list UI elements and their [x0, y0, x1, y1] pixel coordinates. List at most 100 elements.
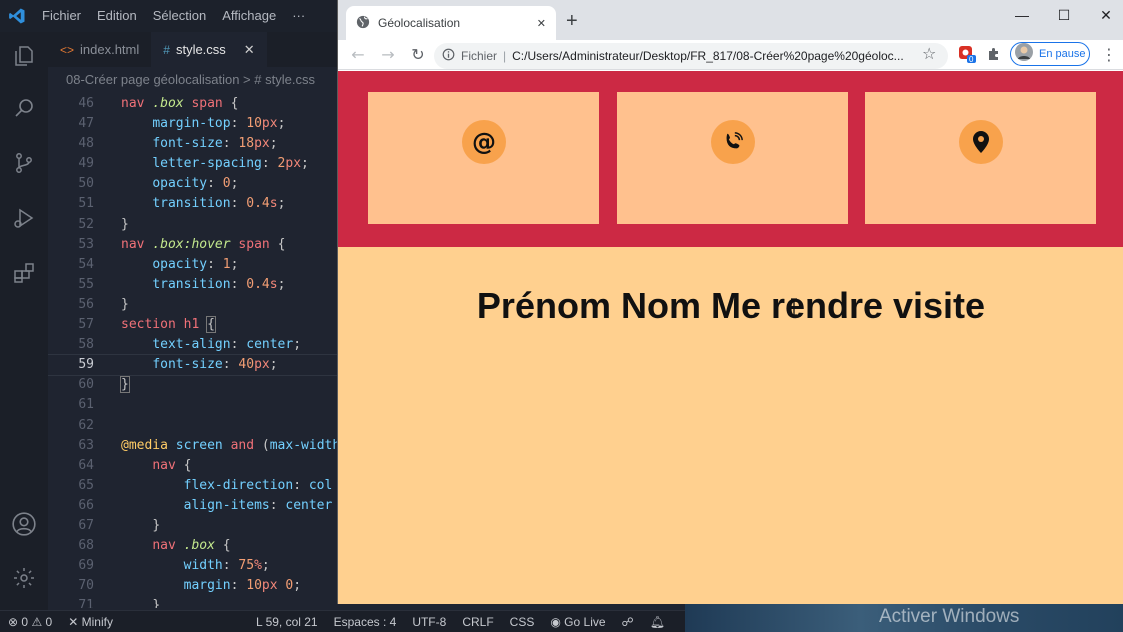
minimize-button[interactable]: — — [1002, 3, 1042, 27]
code-line[interactable]: 70 margin: 10px 0; — [48, 576, 338, 596]
close-window-button[interactable]: ✕ — [1086, 3, 1123, 27]
source-control-icon[interactable] — [8, 147, 40, 179]
tab-index-html[interactable]: <> index.html — [48, 32, 151, 67]
location-pin-icon — [959, 120, 1003, 164]
line-number: 53 — [78, 236, 94, 252]
new-tab-button[interactable]: + — [566, 10, 578, 33]
web-page: @ Prénom Nom Me rendre visite — [338, 71, 1123, 604]
code-line[interactable]: 58 text-align: center; — [48, 335, 338, 355]
error-count: 0 — [21, 614, 29, 629]
code-line[interactable]: 71 } — [48, 596, 338, 608]
avatar — [1015, 43, 1033, 65]
phone-icon — [711, 120, 755, 164]
tab-style-css[interactable]: # style.css ✕ — [151, 32, 267, 67]
line-number: 71 — [78, 598, 94, 608]
extension-badge-count: 0 — [969, 55, 974, 64]
info-icon[interactable] — [442, 48, 455, 64]
code-editor[interactable]: 46 nav .box span {47 margin-top: 10px; 48 … — [48, 94, 338, 608]
code-line[interactable]: 57 section h1 { — [48, 315, 338, 335]
at-icon: @ — [462, 120, 506, 164]
code-line[interactable]: 60} — [48, 375, 338, 395]
code-text: } — [152, 598, 161, 608]
indentation[interactable]: Espaces : 4 — [326, 615, 405, 629]
encoding[interactable]: UTF-8 — [404, 615, 454, 629]
code-line[interactable]: 53 nav .box:hover span { — [48, 235, 338, 255]
menu-edition[interactable]: Edition — [89, 0, 145, 32]
code-line[interactable]: 47 margin-top: 10px; — [48, 114, 338, 134]
minify-label: Minify — [81, 614, 113, 629]
code-line[interactable]: 61 — [48, 395, 338, 415]
code-line[interactable]: 64 nav { — [48, 456, 338, 476]
problems-indicator[interactable]: ⊗ 0 ⚠ 0 — [0, 615, 60, 629]
code-line[interactable]: 55 transition: 0.4s; — [48, 275, 338, 295]
line-number: 46 — [78, 96, 94, 111]
minify-button[interactable]: ✕ Minify — [60, 615, 121, 629]
back-arrow-icon[interactable]: ← — [344, 41, 372, 69]
code-line[interactable]: 62 — [48, 416, 338, 436]
account-icon[interactable] — [8, 508, 40, 540]
run-debug-icon[interactable] — [8, 202, 40, 234]
code-text: } — [152, 517, 161, 533]
extensions-icon[interactable] — [8, 257, 40, 289]
line-number: 55 — [78, 276, 94, 292]
code-line[interactable]: 52} — [48, 215, 338, 235]
code-line[interactable]: 65 flex-direction: col — [48, 476, 338, 496]
reload-icon[interactable]: ↻ — [404, 41, 432, 69]
code-line[interactable]: 59 font-size: 40px; — [48, 354, 338, 377]
tab-close-icon[interactable]: ✕ — [244, 42, 255, 58]
code-line[interactable]: 51 transition: 0.4s; — [48, 194, 338, 214]
address-bar[interactable]: Fichier | C:/Users/Administrateur/Deskto… — [434, 43, 948, 69]
line-number: 62 — [78, 417, 94, 433]
chrome-menu-icon[interactable]: ⋮ — [1101, 45, 1117, 64]
line-number: 59 — [78, 357, 94, 373]
search-icon[interactable] — [8, 92, 40, 124]
line-number: 48 — [78, 136, 94, 152]
tweet-feedback-icon[interactable]: ☍ — [614, 615, 642, 629]
extension-badge-icon[interactable]: 0 — [958, 45, 976, 64]
code-line[interactable]: 67 } — [48, 516, 338, 536]
code-line[interactable]: 66 align-items: center — [48, 496, 338, 516]
code-text: opacity: 1; — [152, 256, 239, 272]
url-text[interactable]: C:/Users/Administrateur/Desktop/FR_817/0… — [512, 49, 904, 63]
line-number: 58 — [78, 337, 94, 353]
browser-tab-geolocalisation[interactable]: Géolocalisation ✕ — [346, 6, 556, 40]
menu-fichier[interactable]: Fichier — [34, 0, 89, 32]
menu-more[interactable]: ··· — [284, 0, 313, 32]
code-text: nav .box:hover span { — [121, 236, 286, 252]
bookmark-star-icon[interactable]: ☆ — [922, 44, 936, 63]
page-heading: Prénom Nom Me rendre visite — [476, 285, 986, 326]
at-glyph: @ — [472, 128, 496, 156]
code-line[interactable]: 50 opacity: 0; — [48, 174, 338, 194]
menu-affichage[interactable]: Affichage — [214, 0, 284, 32]
nav-box-email[interactable]: @ — [368, 92, 599, 224]
line-number: 64 — [78, 457, 94, 473]
breadcrumb[interactable]: 08-Créer page géolocalisation > # style.… — [48, 67, 338, 91]
nav-box-location[interactable] — [865, 92, 1096, 224]
code-line[interactable]: 49 letter-spacing: 2px; — [48, 154, 338, 174]
code-line[interactable]: 54 opacity: 1; — [48, 255, 338, 275]
nav-box-phone[interactable] — [617, 92, 848, 224]
tab-close-icon[interactable]: ✕ — [537, 17, 546, 30]
go-live-button[interactable]: ◉ Go Live — [542, 615, 613, 629]
code-text: align-items: center — [183, 497, 333, 513]
code-line[interactable]: 56} — [48, 295, 338, 315]
line-ending[interactable]: CRLF — [454, 615, 501, 629]
language-mode[interactable]: CSS — [502, 615, 543, 629]
extensions-puzzle-icon[interactable] — [986, 46, 1002, 66]
explorer-icon[interactable] — [8, 40, 40, 72]
menu-selection[interactable]: Sélection — [145, 0, 214, 32]
notifications-bell-icon[interactable]: 🔔︎ — [642, 615, 673, 629]
settings-gear-icon[interactable] — [8, 562, 40, 594]
cursor-position[interactable]: L 59, col 21 — [248, 615, 326, 629]
code-text: transition: 0.4s; — [152, 276, 286, 292]
forward-arrow-icon[interactable]: → — [374, 41, 402, 69]
maximize-button[interactable]: ☐ — [1044, 3, 1084, 27]
code-text: nav { — [152, 457, 192, 473]
code-line[interactable]: 69 width: 75%; — [48, 556, 338, 576]
code-line[interactable]: 46 nav .box span { — [48, 94, 338, 114]
code-line[interactable]: 68 nav .box { — [48, 536, 338, 556]
profile-status-label: En pause — [1039, 48, 1086, 60]
code-line[interactable]: 63 @media screen and (max-width — [48, 436, 338, 456]
profile-paused-button[interactable]: En pause — [1010, 42, 1090, 66]
code-line[interactable]: 48 font-size: 18px; — [48, 134, 338, 154]
